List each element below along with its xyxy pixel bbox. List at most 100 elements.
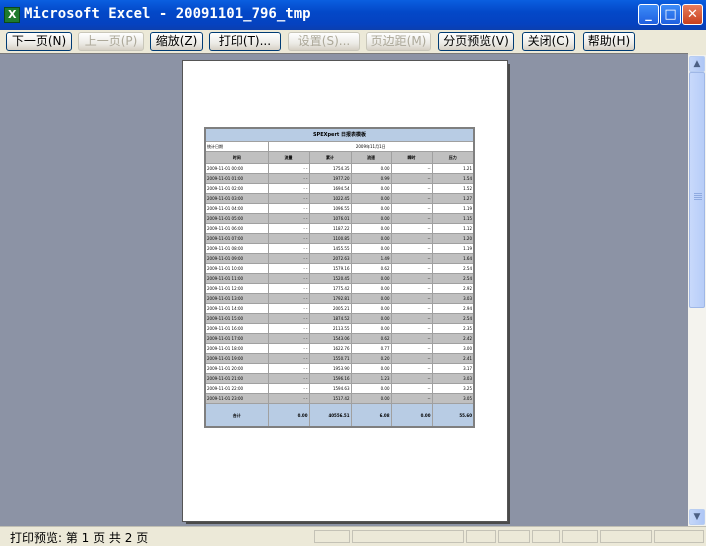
status-panel bbox=[600, 530, 652, 543]
table-cell: 0.00 bbox=[350, 203, 392, 214]
table-cell: 0.00 bbox=[350, 363, 392, 374]
zoom-button[interactable]: 缩放(Z) bbox=[150, 32, 203, 51]
table-cell: 0.00 bbox=[350, 303, 392, 314]
table-cell: 2009-11-01 14:00 bbox=[204, 303, 269, 314]
table-cell: 0.00 bbox=[350, 323, 392, 334]
status-panel bbox=[314, 530, 350, 543]
status-panel bbox=[562, 530, 598, 543]
table-cell: 2.54 bbox=[431, 263, 475, 274]
table-cell: 2009-11-01 11:00 bbox=[204, 273, 269, 284]
report-table-body: SPEXpert 日报表模板 统计日期 2009年11月1日 时间 流量 累计 … bbox=[204, 127, 475, 428]
table-cell: - - bbox=[267, 223, 310, 234]
scroll-down-button[interactable]: ▼ bbox=[689, 509, 705, 525]
table-cell: 0.00 bbox=[350, 393, 392, 404]
table-cell: - - bbox=[267, 363, 310, 374]
table-cell: 0.00 bbox=[350, 213, 392, 224]
table-cell: - - bbox=[267, 183, 310, 194]
table-cell: 3.05 bbox=[431, 393, 475, 404]
table-row: 2009-11-01 11:00- -1520.45 0.00 -- 2.54 bbox=[204, 273, 475, 284]
table-cell: -- bbox=[390, 333, 433, 344]
table-cell: 2009-11-01 21:00 bbox=[204, 373, 269, 384]
table-cell: - - bbox=[267, 273, 310, 284]
table-cell: 1022.45 bbox=[308, 193, 352, 204]
window-title: Microsoft Excel - 20091101_796_tmp bbox=[24, 6, 311, 22]
table-cell: - - bbox=[267, 233, 310, 244]
column-header: 流速 bbox=[350, 151, 392, 164]
minimize-button[interactable]: _ bbox=[638, 4, 659, 25]
table-row: 2009-11-01 02:00- -1694.54 0.00 -- 1.52 bbox=[204, 183, 475, 194]
table-cell: -- bbox=[390, 173, 433, 184]
report-table: SPEXpert 日报表模板 统计日期 2009年11月1日 时间 流量 累计 … bbox=[204, 127, 475, 428]
table-cell: 0.00 bbox=[350, 293, 392, 304]
table-cell: 1.52 bbox=[431, 183, 475, 194]
table-row: 2009-11-01 08:00- -1455.55 0.00 -- 1.19 bbox=[204, 243, 475, 254]
table-cell: -- bbox=[390, 283, 433, 294]
table-cell: 1.49 bbox=[350, 253, 392, 264]
table-cell: 0.00 bbox=[350, 183, 392, 194]
table-row: 2009-11-01 03:00- -1022.45 0.00 -- 1.27 bbox=[204, 193, 475, 204]
total-cell: 40556.51 bbox=[308, 403, 352, 428]
table-cell: 2113.55 bbox=[308, 323, 352, 334]
close-window-button[interactable]: ✕ bbox=[682, 4, 703, 25]
status-panel bbox=[654, 530, 704, 543]
table-cell: 2.54 bbox=[431, 313, 475, 324]
setup-button[interactable]: 设置(S)... bbox=[288, 32, 360, 51]
table-cell: 1455.55 bbox=[308, 243, 352, 254]
header-row: 时间 流量 累计 流速 瞬时 压力 bbox=[204, 151, 475, 164]
table-cell: 0.00 bbox=[350, 223, 392, 234]
table-row: 2009-11-01 10:00- -1579.16 0.62 -- 2.54 bbox=[204, 263, 475, 274]
table-cell: - - bbox=[267, 393, 310, 404]
table-cell: 1096.55 bbox=[308, 203, 352, 214]
column-header: 压力 bbox=[431, 151, 475, 164]
table-row: 2009-11-01 16:00- -2113.55 0.00 -- 2.35 bbox=[204, 323, 475, 334]
excel-icon bbox=[4, 7, 20, 23]
total-cell: 0.00 bbox=[267, 403, 310, 428]
close-preview-button[interactable]: 关闭(C) bbox=[522, 32, 575, 51]
total-label: 合计 bbox=[204, 403, 269, 428]
table-cell: -- bbox=[390, 323, 433, 334]
table-cell: 1550.71 bbox=[308, 353, 352, 364]
table-row: 2009-11-01 04:00- -1096.55 0.00 -- 1.19 bbox=[204, 203, 475, 214]
table-cell: 0.77 bbox=[350, 343, 392, 354]
vertical-scrollbar[interactable]: ▲ ▼ bbox=[688, 55, 706, 526]
grip-line bbox=[694, 197, 702, 198]
previous-page-button[interactable]: 上一页(P) bbox=[78, 32, 144, 51]
page-break-preview-button[interactable]: 分页预览(V) bbox=[438, 32, 514, 51]
help-button[interactable]: 帮助(H) bbox=[583, 32, 635, 51]
maximize-button[interactable]: □ bbox=[660, 4, 681, 25]
total-cell: 55.60 bbox=[431, 403, 475, 428]
table-cell: 2009-11-01 20:00 bbox=[204, 363, 269, 374]
print-button[interactable]: 打印(T)... bbox=[209, 32, 281, 51]
table-cell: 2009-11-01 04:00 bbox=[204, 203, 269, 214]
table-cell: 0.62 bbox=[350, 263, 392, 274]
title-bar[interactable]: Microsoft Excel - 20091101_796_tmp _ □ ✕ bbox=[0, 0, 706, 30]
table-cell: 0.00 bbox=[350, 243, 392, 254]
table-cell: -- bbox=[390, 253, 433, 264]
table-cell: 1874.52 bbox=[308, 313, 352, 324]
next-page-button[interactable]: 下一页(N) bbox=[6, 32, 72, 51]
scrollbar-thumb[interactable] bbox=[689, 72, 705, 308]
table-cell: 1775.42 bbox=[308, 283, 352, 294]
table-row: 2009-11-01 12:00- -1775.42 0.00 -- 2.92 bbox=[204, 283, 475, 294]
table-cell: 2.94 bbox=[431, 303, 475, 314]
table-cell: 1520.45 bbox=[308, 273, 352, 284]
table-cell: 0.00 bbox=[350, 233, 392, 244]
table-cell: 1.19 bbox=[431, 243, 475, 254]
table-cell: 2.54 bbox=[431, 273, 475, 284]
table-cell: 1579.16 bbox=[308, 263, 352, 274]
status-panel bbox=[352, 530, 464, 543]
table-row: 2009-11-01 22:00- -1594.63 0.00 -- 3.25 bbox=[204, 383, 475, 394]
table-cell: 2009-11-01 00:00 bbox=[204, 163, 269, 174]
table-cell: 1953.90 bbox=[308, 363, 352, 374]
table-row: 2009-11-01 01:00- -1977.20 0.99 -- 1.54 bbox=[204, 173, 475, 184]
table-cell: 2009-11-01 23:00 bbox=[204, 393, 269, 404]
print-preview-page[interactable]: SPEXpert 日报表模板 统计日期 2009年11月1日 时间 流量 累计 … bbox=[182, 60, 508, 522]
table-cell: 2009-11-01 02:00 bbox=[204, 183, 269, 194]
margins-button[interactable]: 页边距(M) bbox=[366, 32, 431, 51]
table-cell: -- bbox=[390, 303, 433, 314]
table-cell: -- bbox=[390, 353, 433, 364]
table-cell: -- bbox=[390, 243, 433, 254]
table-cell: - - bbox=[267, 353, 310, 364]
table-cell: 1543.06 bbox=[308, 333, 352, 344]
scroll-up-button[interactable]: ▲ bbox=[689, 56, 705, 72]
